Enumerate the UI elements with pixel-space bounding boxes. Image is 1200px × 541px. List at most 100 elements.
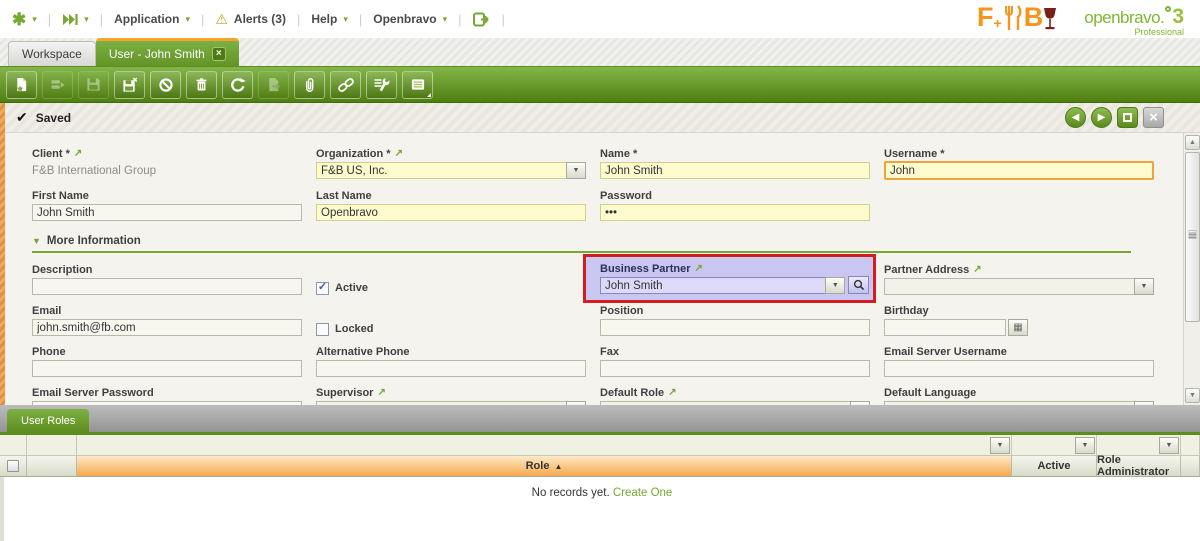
filter-active[interactable]: ▼ [1012,435,1097,456]
audit-trail-button[interactable] [366,71,397,99]
password-input[interactable] [600,204,870,221]
partner-address-combobox[interactable]: ▼ [884,278,1154,295]
refresh-button[interactable] [222,71,253,99]
save-close-icon [122,77,138,93]
chevron-down-icon[interactable]: ▾ [185,15,190,24]
tab-user-john-smith[interactable]: User - John Smith × [96,38,239,66]
create-one-link[interactable]: Create One [613,487,672,499]
attachment-button[interactable] [294,71,325,99]
chevron-down-icon[interactable]: ▼ [1134,401,1154,405]
subtab-user-roles[interactable]: User Roles [7,409,89,432]
star-icon[interactable]: ✱ [12,11,26,28]
birthday-input[interactable] [884,319,1006,336]
new-record-button[interactable] [6,71,37,99]
workspace-menu-button[interactable]: ✱ ▾ [12,11,37,28]
close-tab-icon[interactable]: × [212,47,226,61]
default-role-input[interactable] [600,401,850,405]
field-email-server-username: Email Server Username [884,344,1168,377]
filter-role-administrator[interactable]: ▼ [1097,435,1181,456]
close-form-button[interactable]: × [1143,107,1164,128]
grid-form-toggle-button[interactable] [402,71,433,99]
field-business-partner-highlighted: Business Partner↗ ▼ [583,254,876,303]
grid-header-role[interactable]: Role ▲ [77,456,1012,477]
locked-checkbox[interactable] [316,323,329,336]
email-server-password-input[interactable] [32,401,302,405]
status-bar: ✔ Saved ◀ ▶ × [0,103,1200,133]
user-roles-grid: ▼ ▼ ▼ Role ▲ Active Role Administrator N… [0,435,1200,541]
delete-button[interactable] [186,71,217,99]
phone-input[interactable] [32,360,302,377]
next-record-button[interactable]: ▶ [1091,107,1112,128]
save-and-close-button[interactable] [114,71,145,99]
menu-item-openbravo[interactable]: Openbravo ▾ [373,12,447,26]
search-icon[interactable] [848,276,869,294]
first-name-input[interactable] [32,204,302,221]
scrollbar-thumb[interactable] [1185,152,1200,322]
undo-button[interactable] [150,71,181,99]
default-language-combobox[interactable]: ▼ [884,401,1154,405]
chevron-down-icon[interactable]: ▼ [825,277,845,294]
organization-input[interactable] [316,162,566,179]
menu-item-alerts[interactable]: ⚠ Alerts (3) [215,12,286,26]
supervisor-combobox[interactable]: ▼ [316,401,586,405]
link-icon[interactable]: ↗ [377,387,385,398]
alternative-phone-input[interactable] [316,360,586,377]
chevron-down-icon[interactable]: ▾ [443,15,448,24]
section-more-information[interactable]: ▼ More Information [32,235,1131,253]
business-partner-combobox[interactable]: ▼ [600,277,845,294]
tab-workspace[interactable]: Workspace [8,41,96,66]
chevron-down-icon[interactable]: ▼ [1134,278,1154,295]
grid-header-role-administrator[interactable]: Role Administrator [1097,456,1181,477]
menu-separator: | [46,12,53,27]
link-icon[interactable]: ↗ [74,148,82,159]
menu-item-application[interactable]: Application ▾ [114,12,190,26]
link-icon[interactable]: ↗ [395,148,403,159]
field-description: Description [32,262,316,295]
form-scrollbar[interactable]: ▲ ▼ [1183,133,1200,405]
email-server-username-input[interactable] [884,360,1154,377]
menu-item-help[interactable]: Help ▾ [311,12,348,26]
position-input[interactable] [600,319,870,336]
chevron-down-icon[interactable]: ▼ [566,401,586,405]
partner-address-input[interactable] [884,278,1134,295]
email-input[interactable] [32,319,302,336]
select-all-checkbox[interactable] [7,460,19,472]
chevron-down-icon[interactable]: ▼ [1075,437,1095,454]
maximize-form-button[interactable] [1117,107,1138,128]
default-language-input[interactable] [884,401,1134,405]
username-input[interactable] [884,161,1154,180]
default-role-combobox[interactable]: ▼ [600,401,870,405]
active-checkbox[interactable]: ✓ [316,282,329,295]
business-partner-input[interactable] [600,277,825,294]
fax-input[interactable] [600,360,870,377]
logout-button[interactable] [473,12,491,27]
fast-forward-icon[interactable] [62,14,78,25]
grid-empty-state: No records yet. Create One [0,477,1200,541]
link-icon[interactable]: ↗ [668,387,676,398]
chevron-down-icon[interactable]: ▼ [566,162,586,179]
link-icon[interactable]: ↗ [694,263,702,274]
supervisor-input[interactable] [316,401,566,405]
organization-combobox[interactable]: ▼ [316,162,586,179]
quick-launch-menu-button[interactable]: ▾ [62,14,89,25]
chevron-down-icon[interactable]: ▼ [1159,437,1179,454]
field-email-server-password: Email Server Password [32,385,316,405]
chevron-down-icon[interactable]: ▾ [32,15,37,24]
link-button[interactable] [330,71,361,99]
logout-icon[interactable] [473,12,491,27]
chevron-down-icon[interactable]: ▼ [990,437,1010,454]
collapse-triangle-icon[interactable]: ▼ [32,236,41,246]
scroll-up-icon[interactable]: ▲ [1185,135,1200,150]
chevron-down-icon[interactable]: ▾ [343,15,348,24]
chevron-down-icon[interactable]: ▼ [850,401,870,405]
last-name-input[interactable] [316,204,586,221]
link-icon[interactable]: ↗ [973,264,981,275]
grid-header-active[interactable]: Active [1012,456,1097,477]
filter-role[interactable]: ▼ [77,435,1012,456]
description-input[interactable] [32,278,302,295]
previous-record-button[interactable]: ◀ [1065,107,1086,128]
chevron-down-icon[interactable]: ▾ [84,15,89,24]
name-input[interactable] [600,162,870,179]
scroll-down-icon[interactable]: ▼ [1185,388,1200,403]
calendar-icon[interactable]: ▦ [1008,319,1028,336]
